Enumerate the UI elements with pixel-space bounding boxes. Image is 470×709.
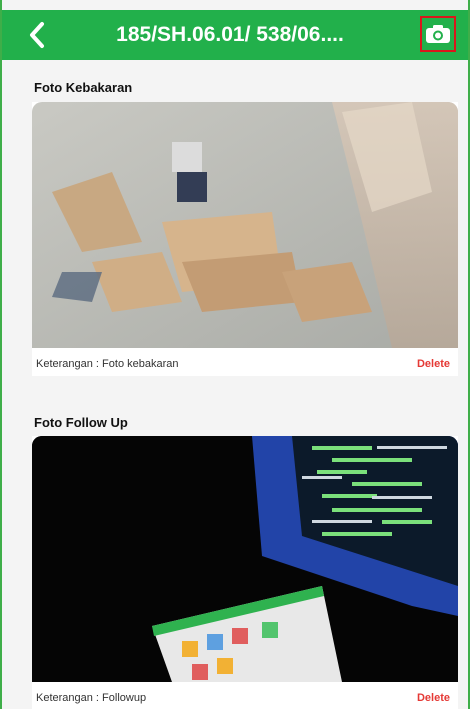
camera-button[interactable] xyxy=(420,16,456,52)
section-title-foto-follow-up: Foto Follow Up xyxy=(34,415,128,430)
delete-button[interactable]: Delete xyxy=(417,692,458,704)
photo-follow-up[interactable] xyxy=(32,436,458,682)
photo-caption: Keterangan : Foto kebakaran xyxy=(36,358,179,370)
delete-button[interactable]: Delete xyxy=(417,358,458,370)
section-title-foto-kebakaran: Foto Kebakaran xyxy=(34,80,133,95)
top-app-bar: 185/SH.06.01/ 538/06.... xyxy=(2,10,468,60)
page-title: 185/SH.06.01/ 538/06.... xyxy=(116,23,344,46)
photo-caption: Keterangan : Followup xyxy=(36,692,147,704)
photo-card-kebakaran: Keterangan : Foto kebakaran Delete xyxy=(32,102,458,376)
photo-card-follow-up: Keterangan : Followup Delete xyxy=(32,436,458,709)
photo-kebakaran[interactable] xyxy=(32,102,458,348)
back-button[interactable] xyxy=(22,19,52,51)
camera-icon xyxy=(426,25,450,43)
caption-row: Keterangan : Followup Delete xyxy=(32,684,458,709)
caption-row: Keterangan : Foto kebakaran Delete xyxy=(32,350,458,378)
chevron-left-icon xyxy=(30,22,44,48)
app-screen: 185/SH.06.01/ 538/06.... Foto Kebakaran xyxy=(0,0,470,709)
